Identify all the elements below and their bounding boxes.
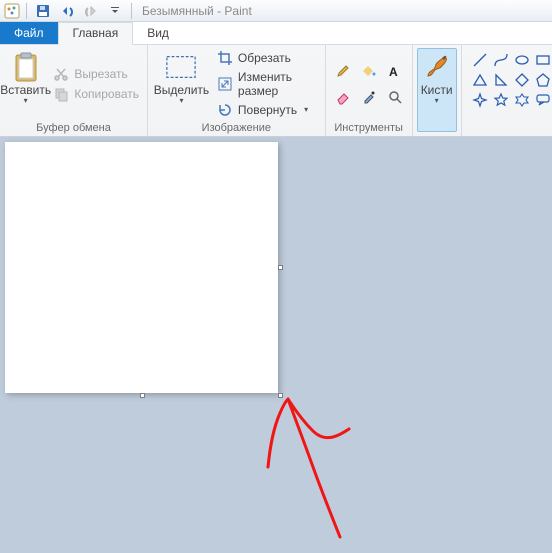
chevron-down-icon: ▾ [304,106,308,114]
group-image-label: Изображение [153,120,320,135]
shape-star6-icon[interactable] [512,90,532,109]
shape-diamond-icon[interactable] [512,70,532,89]
shape-line-icon[interactable] [470,50,490,69]
qat-customize-button[interactable] [105,1,125,21]
select-rect-icon [165,51,197,83]
fill-tool[interactable] [357,59,381,83]
resize-icon [217,76,233,92]
ribbon: Вставить ▾ Вырезать Копировать Буфер обм… [0,45,552,137]
chevron-down-icon: ▾ [179,97,183,105]
window-title: Безымянный - Paint [142,4,252,18]
clipboard-icon [10,51,42,83]
tab-file[interactable]: Файл [0,22,58,44]
text-tool[interactable]: A [383,59,407,83]
crop-button[interactable]: Обрезать [214,49,320,67]
shapes-gallery[interactable] [467,48,552,132]
paste-button[interactable]: Вставить ▾ [5,48,46,120]
tab-view[interactable]: Вид [133,22,183,44]
crop-label: Обрезать [238,51,291,65]
shape-rect-icon[interactable] [533,50,552,69]
qat-save-button[interactable] [33,1,53,21]
group-shapes [462,45,552,136]
ribbon-tabs: Файл Главная Вид [0,22,552,45]
canvas[interactable] [5,142,278,393]
group-shapes-label [467,132,552,135]
group-clipboard: Вставить ▾ Вырезать Копировать Буфер обм… [0,45,148,136]
crop-icon [217,50,233,66]
shape-star4-icon[interactable] [470,90,490,109]
rotate-icon [217,102,233,118]
qat-redo-button[interactable] [81,1,101,21]
resize-handle-e[interactable] [278,265,283,270]
resize-label: Изменить размер [238,70,317,98]
group-image: Выделить ▾ Обрезать Изменить размер Пове… [148,45,326,136]
scissors-icon [53,66,69,82]
chevron-down-icon: ▾ [24,97,28,105]
rotate-button[interactable]: Повернуть ▾ [214,101,320,119]
resize-handle-s[interactable] [140,393,145,398]
color-picker-tool[interactable] [357,85,381,109]
tab-home[interactable]: Главная [58,22,134,45]
group-tools: A Инструменты [326,45,413,136]
magnifier-tool[interactable] [383,85,407,109]
eraser-tool[interactable] [331,85,355,109]
copy-button[interactable]: Копировать [50,85,142,103]
resize-button[interactable]: Изменить размер [214,69,320,99]
group-brushes: Кисти ▾ [413,45,462,136]
group-clipboard-label: Буфер обмена [5,120,142,135]
brushes-button[interactable]: Кисти ▾ [417,48,457,132]
workspace[interactable] [0,137,552,553]
brush-icon [421,51,453,83]
qat-undo-button[interactable] [57,1,77,21]
group-tools-label: Инструменты [331,120,407,135]
group-brushes-label [418,132,456,135]
cut-button[interactable]: Вырезать [50,65,142,83]
shape-curve-icon[interactable] [491,50,511,69]
shape-right-tri-icon[interactable] [491,70,511,89]
shape-callout-icon[interactable] [533,90,552,109]
copy-icon [53,86,69,102]
title-bar: Безымянный - Paint [0,0,552,22]
pencil-tool[interactable] [331,59,355,83]
chevron-down-icon: ▾ [435,97,439,105]
svg-text:A: A [389,65,398,79]
resize-handle-se[interactable] [278,393,283,398]
shape-triangle-icon[interactable] [470,70,490,89]
rotate-label: Повернуть [238,103,297,117]
select-button[interactable]: Выделить ▾ [153,48,210,120]
shape-star5-icon[interactable] [491,90,511,109]
cut-label: Вырезать [74,67,127,81]
shape-oval-icon[interactable] [512,50,532,69]
app-icon [4,3,20,19]
shape-pentagon-icon[interactable] [533,70,552,89]
copy-label: Копировать [74,87,139,101]
